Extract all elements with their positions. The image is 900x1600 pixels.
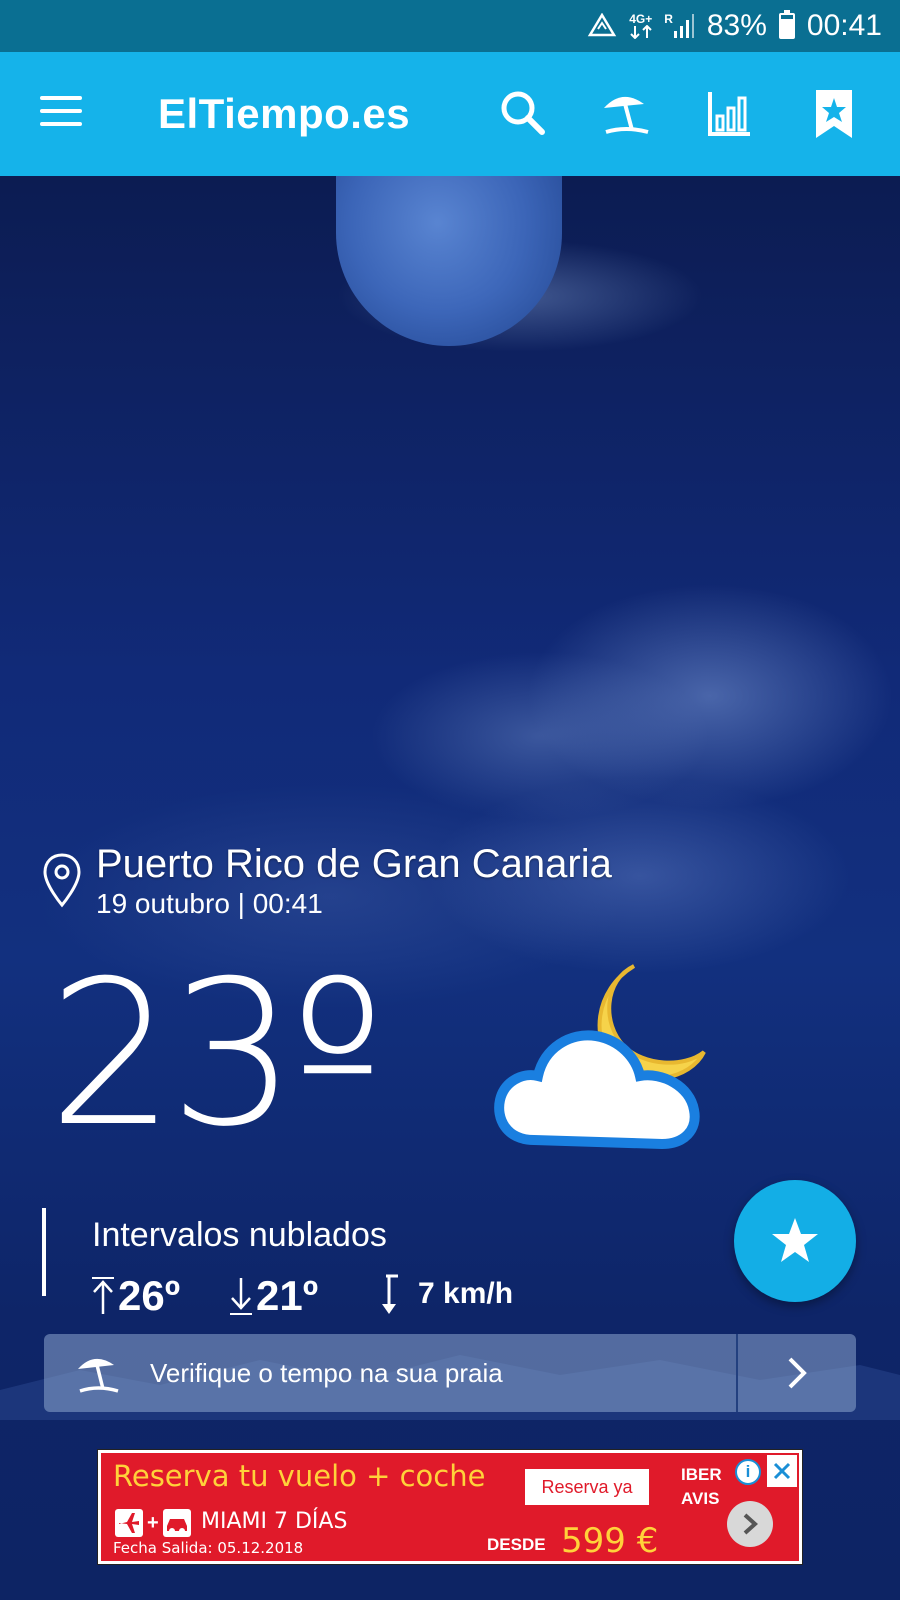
- status-bar: 4G+ R 83% 00:41: [0, 0, 900, 52]
- chevron-right-icon: [788, 1357, 807, 1389]
- clock: 00:41: [806, 9, 882, 42]
- beach-button[interactable]: [598, 86, 654, 142]
- bar-chart-icon: [708, 92, 750, 136]
- moon-image: [336, 176, 562, 346]
- arrow-down-icon: [230, 1278, 252, 1315]
- ad-destination: MIAMI 7 DÍAS: [201, 1509, 348, 1534]
- search-icon: [501, 91, 545, 135]
- close-icon: [773, 1462, 791, 1480]
- max-temp-value: 26º: [118, 1272, 181, 1319]
- beach-banner-arrow[interactable]: [738, 1334, 856, 1412]
- plane-icon: [115, 1509, 143, 1537]
- network-icon: 4G+: [629, 13, 652, 39]
- beach-banner-text: Verifique o tempo na sua praia: [150, 1357, 503, 1388]
- ad-brand-avis: AVIS: [681, 1489, 720, 1508]
- search-button[interactable]: [496, 86, 552, 142]
- app-bar: ElTiempo.es: [0, 52, 900, 176]
- network-type: 4G+: [629, 12, 653, 26]
- min-temp-value: 21º: [256, 1272, 319, 1319]
- beach-umbrella-icon: [604, 96, 649, 134]
- bookmark-star-icon: [816, 90, 852, 138]
- location-name[interactable]: Puerto Rico de Gran Canaria: [96, 842, 612, 887]
- stats-button[interactable]: [702, 86, 758, 142]
- app-title: ElTiempo.es: [158, 90, 411, 137]
- ad-next-button[interactable]: [727, 1501, 773, 1547]
- data-saver-icon: [587, 13, 617, 39]
- ad-close-button[interactable]: [767, 1455, 797, 1487]
- location-datetime: 19 outubro | 00:41: [96, 888, 323, 919]
- ad-price: 599 €: [561, 1521, 659, 1561]
- arrow-up-icon: [92, 1277, 114, 1314]
- menu-button[interactable]: [40, 96, 82, 130]
- ad-cta-button[interactable]: Reserva ya: [525, 1469, 649, 1505]
- chevron-right-icon: [743, 1513, 758, 1535]
- ad-desde-label: DESDE: [487, 1535, 546, 1554]
- beach-umbrella-icon: [78, 1358, 119, 1393]
- ad-banner[interactable]: Reserva tu vuelo + coche Reserva ya + MI…: [97, 1449, 803, 1565]
- ad-date: Fecha Salida: 05.12.2018: [113, 1539, 304, 1557]
- min-temperature: 21º: [228, 1272, 318, 1320]
- car-icon: [162, 1509, 191, 1537]
- add-favorite-button[interactable]: [734, 1180, 856, 1302]
- ad-headline: Reserva tu vuelo + coche: [113, 1459, 486, 1493]
- current-temperature: 23º: [48, 938, 385, 1171]
- roaming-indicator: R: [664, 12, 673, 26]
- beach-weather-banner[interactable]: Verifique o tempo na sua praia: [44, 1334, 856, 1412]
- wind-speed: 7 km/h: [418, 1277, 514, 1310]
- weather-condition: Intervalos nublados: [92, 1216, 387, 1254]
- location-pin-icon: [43, 853, 81, 908]
- ad-transport-icons: +: [115, 1509, 191, 1537]
- menu-icon: [40, 96, 82, 100]
- condition-divider: [42, 1208, 46, 1296]
- wind: 7 km/h: [376, 1272, 513, 1316]
- signal-icon: R: [664, 13, 695, 39]
- max-temperature: 26º: [90, 1272, 180, 1320]
- star-icon: [772, 1218, 818, 1262]
- favorites-button[interactable]: [806, 86, 862, 142]
- ad-brand-iberia: IBER: [681, 1465, 722, 1484]
- battery-percent: 83%: [706, 9, 767, 42]
- battery-icon: [778, 10, 795, 39]
- cloud-moon-icon: [494, 964, 706, 1150]
- ad-info-icon[interactable]: i: [735, 1459, 761, 1485]
- wind-direction-icon: [382, 1274, 398, 1314]
